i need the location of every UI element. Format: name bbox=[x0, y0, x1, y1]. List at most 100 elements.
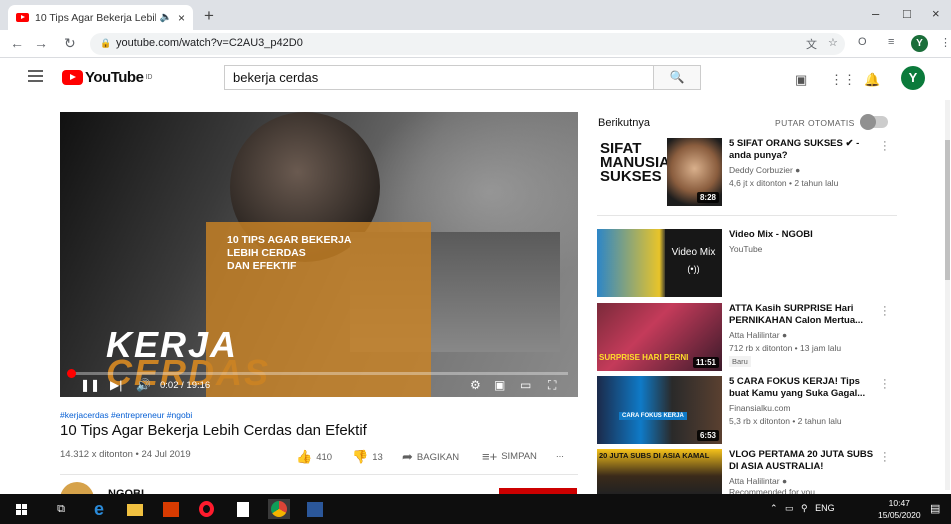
video-duration: 11:51 bbox=[692, 357, 719, 368]
edge-browser-icon[interactable]: e bbox=[88, 499, 110, 519]
video-thumbnail[interactable]: 20 JUTA SUBS DI ASIA KAMAL bbox=[597, 449, 722, 494]
youtube-play-icon bbox=[62, 70, 83, 85]
mix-overlay: Video Mix (•)) bbox=[665, 229, 722, 297]
forward-icon[interactable]: → bbox=[34, 35, 48, 51]
search-button[interactable]: 🔍 bbox=[653, 65, 701, 90]
video-meta: 5,3 rb x ditonton • 2 tahun lalu bbox=[729, 416, 842, 426]
windows-start-icon[interactable] bbox=[12, 499, 34, 519]
file-explorer-icon[interactable] bbox=[124, 499, 146, 519]
browser-menu-icon[interactable]: ⋮ bbox=[940, 36, 951, 49]
recommended-video[interactable]: CARA FOKUS KERJA 6:53 5 CARA FOKUS KERJA… bbox=[597, 375, 897, 446]
like-button[interactable]: 👍 410 bbox=[296, 449, 332, 465]
tab-close-button[interactable]: × bbox=[178, 11, 185, 25]
browser-tab[interactable]: 10 Tips Agar Bekerja Lebih C 🔈 × bbox=[8, 5, 193, 30]
mix-label: Video Mix bbox=[671, 247, 716, 258]
minimize-button[interactable]: – bbox=[872, 6, 879, 21]
channel-name: Atta Halilintar ● bbox=[729, 330, 788, 340]
close-window-button[interactable]: × bbox=[932, 6, 940, 21]
new-badge: Baru bbox=[729, 356, 751, 367]
autoplay-label: PUTAR OTOMATIS bbox=[775, 118, 855, 128]
maximize-button[interactable]: □ bbox=[903, 6, 911, 21]
speaker-icon[interactable]: 🔈 bbox=[160, 12, 172, 23]
more-options-icon[interactable]: · · · bbox=[883, 137, 887, 156]
more-options-icon[interactable]: · · · bbox=[883, 448, 887, 467]
video-hashtags[interactable]: #kerjacerdas #entrepreneur #ngobi bbox=[60, 410, 192, 420]
share-button[interactable]: ➦ BAGIKAN bbox=[402, 449, 459, 465]
save-button[interactable]: ≡+ SIMPAN bbox=[482, 449, 537, 464]
word-app-icon[interactable] bbox=[304, 499, 326, 519]
thumbnail-text: CARA FOKUS KERJA bbox=[619, 412, 687, 420]
channel-name: Finansialku.com bbox=[729, 403, 791, 413]
language-indicator[interactable]: ENG bbox=[815, 503, 835, 513]
video-player[interactable]: 10 TIPS AGAR BEKERJA LEBIH CERDAS DAN EF… bbox=[60, 112, 578, 397]
more-options-icon[interactable]: · · · bbox=[883, 375, 887, 394]
video-duration: 8:28 bbox=[696, 192, 719, 203]
video-thumbnail[interactable]: CARA FOKUS KERJA 6:53 bbox=[597, 376, 722, 444]
volume-icon[interactable]: 🔊 bbox=[136, 378, 151, 392]
autoplay-toggle[interactable] bbox=[860, 114, 888, 130]
thumbs-down-icon: 👎 bbox=[352, 449, 369, 464]
opera-extension-icon[interactable]: O bbox=[858, 36, 867, 48]
search-input[interactable]: bekerja cerdas bbox=[224, 65, 654, 90]
video-progress-bar[interactable] bbox=[66, 369, 568, 378]
divider bbox=[60, 474, 578, 475]
apps-grid-icon[interactable]: ⋮⋮ bbox=[830, 72, 856, 88]
youtube-favicon-icon bbox=[16, 13, 29, 22]
more-options-icon[interactable]: · · · bbox=[883, 302, 887, 321]
task-view-icon[interactable]: ⧉ bbox=[50, 499, 72, 519]
back-icon[interactable]: ← bbox=[10, 35, 24, 51]
recommended-video[interactable]: SIFAT MANUSIA SUKSES 8:28 5 SIFAT ORANG … bbox=[597, 137, 897, 208]
bookmark-star-icon[interactable]: ☆ bbox=[828, 36, 838, 49]
more-actions-button[interactable]: ... bbox=[556, 449, 564, 460]
settings-gear-icon[interactable]: ⚙ bbox=[470, 378, 481, 392]
browser-tab-strip: 10 Tips Agar Bekerja Lebih C 🔈 × + – □ × bbox=[0, 0, 951, 30]
dislike-button[interactable]: 👎 13 bbox=[352, 449, 383, 465]
office-app-icon[interactable] bbox=[160, 499, 182, 519]
create-video-icon[interactable]: ▣ bbox=[795, 72, 807, 88]
chrome-browser-icon[interactable] bbox=[268, 499, 290, 519]
lock-icon: 🔒 bbox=[100, 38, 112, 48]
miniplayer-icon[interactable]: ▣ bbox=[494, 378, 505, 392]
video-meta: 4,6 jt x ditonton • 2 tahun lalu bbox=[729, 178, 839, 188]
video-thumbnail[interactable]: SIFAT MANUSIA SUKSES 8:28 bbox=[597, 138, 722, 206]
scrollbar-thumb[interactable] bbox=[945, 140, 950, 280]
progress-scrubber[interactable] bbox=[66, 369, 76, 378]
video-title: ATTA Kasih SURPRISE Hari PERNIKAHAN Calo… bbox=[729, 303, 864, 326]
thumbnail-text: 20 JUTA SUBS DI ASIA KAMAL bbox=[599, 451, 710, 460]
hamburger-menu-icon[interactable] bbox=[28, 70, 43, 85]
opera-browser-icon[interactable] bbox=[196, 499, 218, 519]
youtube-header: YouTube ID bekerja cerdas 🔍 ▣ ⋮⋮ 🔔 Y bbox=[0, 58, 951, 98]
notifications-bell-icon[interactable]: 🔔 bbox=[864, 72, 880, 88]
thumbnail-text: SURPRISE HARI PERNI bbox=[599, 353, 689, 362]
system-tray[interactable]: ⌃ ▭ ⚲ ENG bbox=[770, 503, 835, 514]
theater-mode-icon[interactable]: ▭ bbox=[520, 378, 531, 392]
browser-profile-avatar[interactable]: Y bbox=[911, 35, 928, 52]
youtube-logo[interactable]: YouTube ID bbox=[62, 69, 152, 86]
verified-check-icon: ● bbox=[781, 330, 788, 340]
video-title: 5 SIFAT ORANG SUKSES ✔ - anda punya? bbox=[729, 138, 860, 161]
taskbar-clock[interactable]: 10:47 15/05/2020 bbox=[878, 497, 921, 521]
page-scrollbar[interactable] bbox=[945, 100, 950, 490]
extension-menu-icon[interactable]: ≡ bbox=[888, 36, 894, 48]
video-thumbnail[interactable]: SURPRISE HARI PERNI 11:51 bbox=[597, 303, 722, 371]
recommended-video[interactable]: Video Mix (•)) Video Mix - NGOBI YouTube bbox=[597, 229, 897, 299]
channel-name: Atta Halilintar ● bbox=[729, 476, 788, 486]
windows-taskbar: ⧉ e ⌃ ▭ ⚲ ENG 10:47 15/05/2020 ▤ bbox=[0, 494, 951, 524]
notification-center-icon[interactable]: ▤ bbox=[930, 502, 940, 515]
next-video-icon[interactable]: ▶| bbox=[110, 378, 122, 392]
translate-icon[interactable]: 文 bbox=[806, 36, 817, 52]
user-avatar[interactable]: Y bbox=[901, 66, 925, 90]
recommended-video[interactable]: SURPRISE HARI PERNI 11:51 ATTA Kasih SUR… bbox=[597, 302, 897, 373]
fullscreen-icon[interactable]: ⛶ bbox=[548, 378, 556, 393]
search-icon: 🔍 bbox=[669, 70, 685, 84]
new-tab-button[interactable]: + bbox=[204, 6, 214, 26]
document-app-icon[interactable] bbox=[232, 499, 254, 519]
playlist-add-icon: ≡+ bbox=[482, 449, 498, 464]
reload-icon[interactable]: ↻ bbox=[64, 35, 76, 52]
logo-text: YouTube bbox=[85, 69, 144, 86]
url-bar[interactable]: 🔒 youtube.com/watch?v=C2AU3_p42D0 bbox=[90, 33, 845, 55]
video-duration: 6:53 bbox=[696, 430, 719, 441]
pause-icon[interactable]: ❚❚ bbox=[80, 378, 100, 392]
video-thumbnail[interactable]: Video Mix (•)) bbox=[597, 229, 722, 297]
video-title: 10 Tips Agar Bekerja Lebih Cerdas dan Ef… bbox=[60, 422, 367, 439]
